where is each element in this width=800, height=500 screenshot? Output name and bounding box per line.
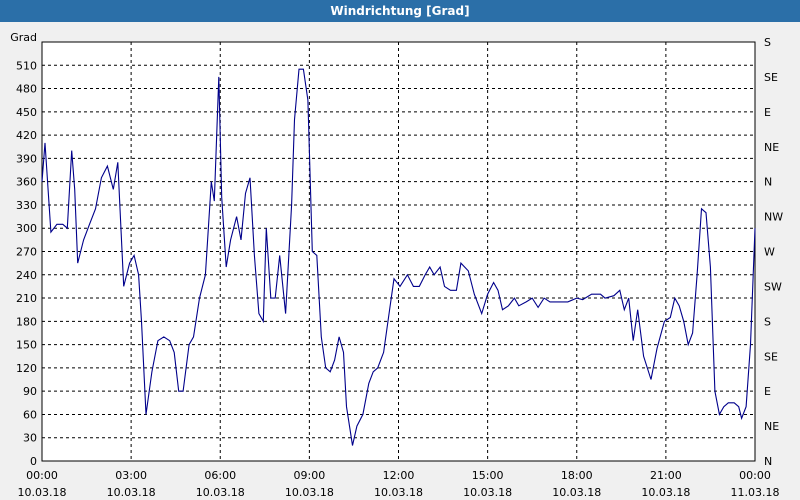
x-tick-time: 18:00: [561, 469, 593, 482]
y-tick-label: 480: [16, 83, 37, 96]
y-tick-label: 180: [16, 315, 37, 328]
x-tick-time: 00:00: [739, 469, 771, 482]
direction-label: E: [764, 385, 771, 398]
direction-label: N: [764, 176, 772, 189]
x-tick-time: 15:00: [472, 469, 504, 482]
y-tick-label: 0: [30, 455, 37, 468]
y-tick-label: 390: [16, 152, 37, 165]
y-tick-label: 210: [16, 292, 37, 305]
x-tick-date: 10.03.18: [374, 486, 423, 499]
x-tick-date: 10.03.18: [18, 486, 67, 499]
y-tick-label: 450: [16, 106, 37, 119]
y-tick-label: 360: [16, 176, 37, 189]
y-tick-label: 270: [16, 246, 37, 259]
y-tick-label: 30: [23, 432, 37, 445]
direction-label: W: [764, 246, 775, 259]
y-tick-label: 90: [23, 385, 37, 398]
x-tick-date: 10.03.18: [107, 486, 156, 499]
x-tick-time: 21:00: [650, 469, 682, 482]
x-tick-time: 03:00: [115, 469, 147, 482]
x-tick-time: 12:00: [383, 469, 415, 482]
x-tick-date: 10.03.18: [641, 486, 690, 499]
y-axis-label: Grad: [10, 31, 37, 44]
y-tick-label: 150: [16, 339, 37, 352]
y-tick-label: 300: [16, 222, 37, 235]
direction-label: SE: [764, 350, 778, 363]
x-tick-date: 10.03.18: [285, 486, 334, 499]
x-tick-date: 10.03.18: [463, 486, 512, 499]
direction-label: E: [764, 106, 771, 119]
y-tick-label: 420: [16, 129, 37, 142]
y-tick-label: 120: [16, 362, 37, 375]
direction-label: NE: [764, 141, 779, 154]
direction-label: S: [764, 36, 771, 49]
direction-label: N: [764, 455, 772, 468]
direction-label: S: [764, 315, 771, 328]
x-tick-time: 09:00: [294, 469, 326, 482]
direction-label: SE: [764, 71, 778, 84]
direction-label: NE: [764, 420, 779, 433]
y-tick-label: 510: [16, 59, 37, 72]
y-tick-label: 330: [16, 199, 37, 212]
direction-label: SW: [764, 280, 782, 293]
wind-direction-chart: 0 30 60 90 120 150 180 210 240 270 300 330 360 390 420…: [10, 31, 783, 499]
x-tick-date: 10.03.18: [196, 486, 245, 499]
y-tick-label: 240: [16, 269, 37, 282]
x-tick-date: 10.03.18: [552, 486, 601, 499]
x-tick-time: 00:00: [26, 469, 58, 482]
y-tick-label: 60: [23, 408, 37, 421]
direction-label: NW: [764, 211, 783, 224]
x-tick-time: 06:00: [204, 469, 236, 482]
x-tick-date: 11.03.18: [731, 486, 780, 499]
